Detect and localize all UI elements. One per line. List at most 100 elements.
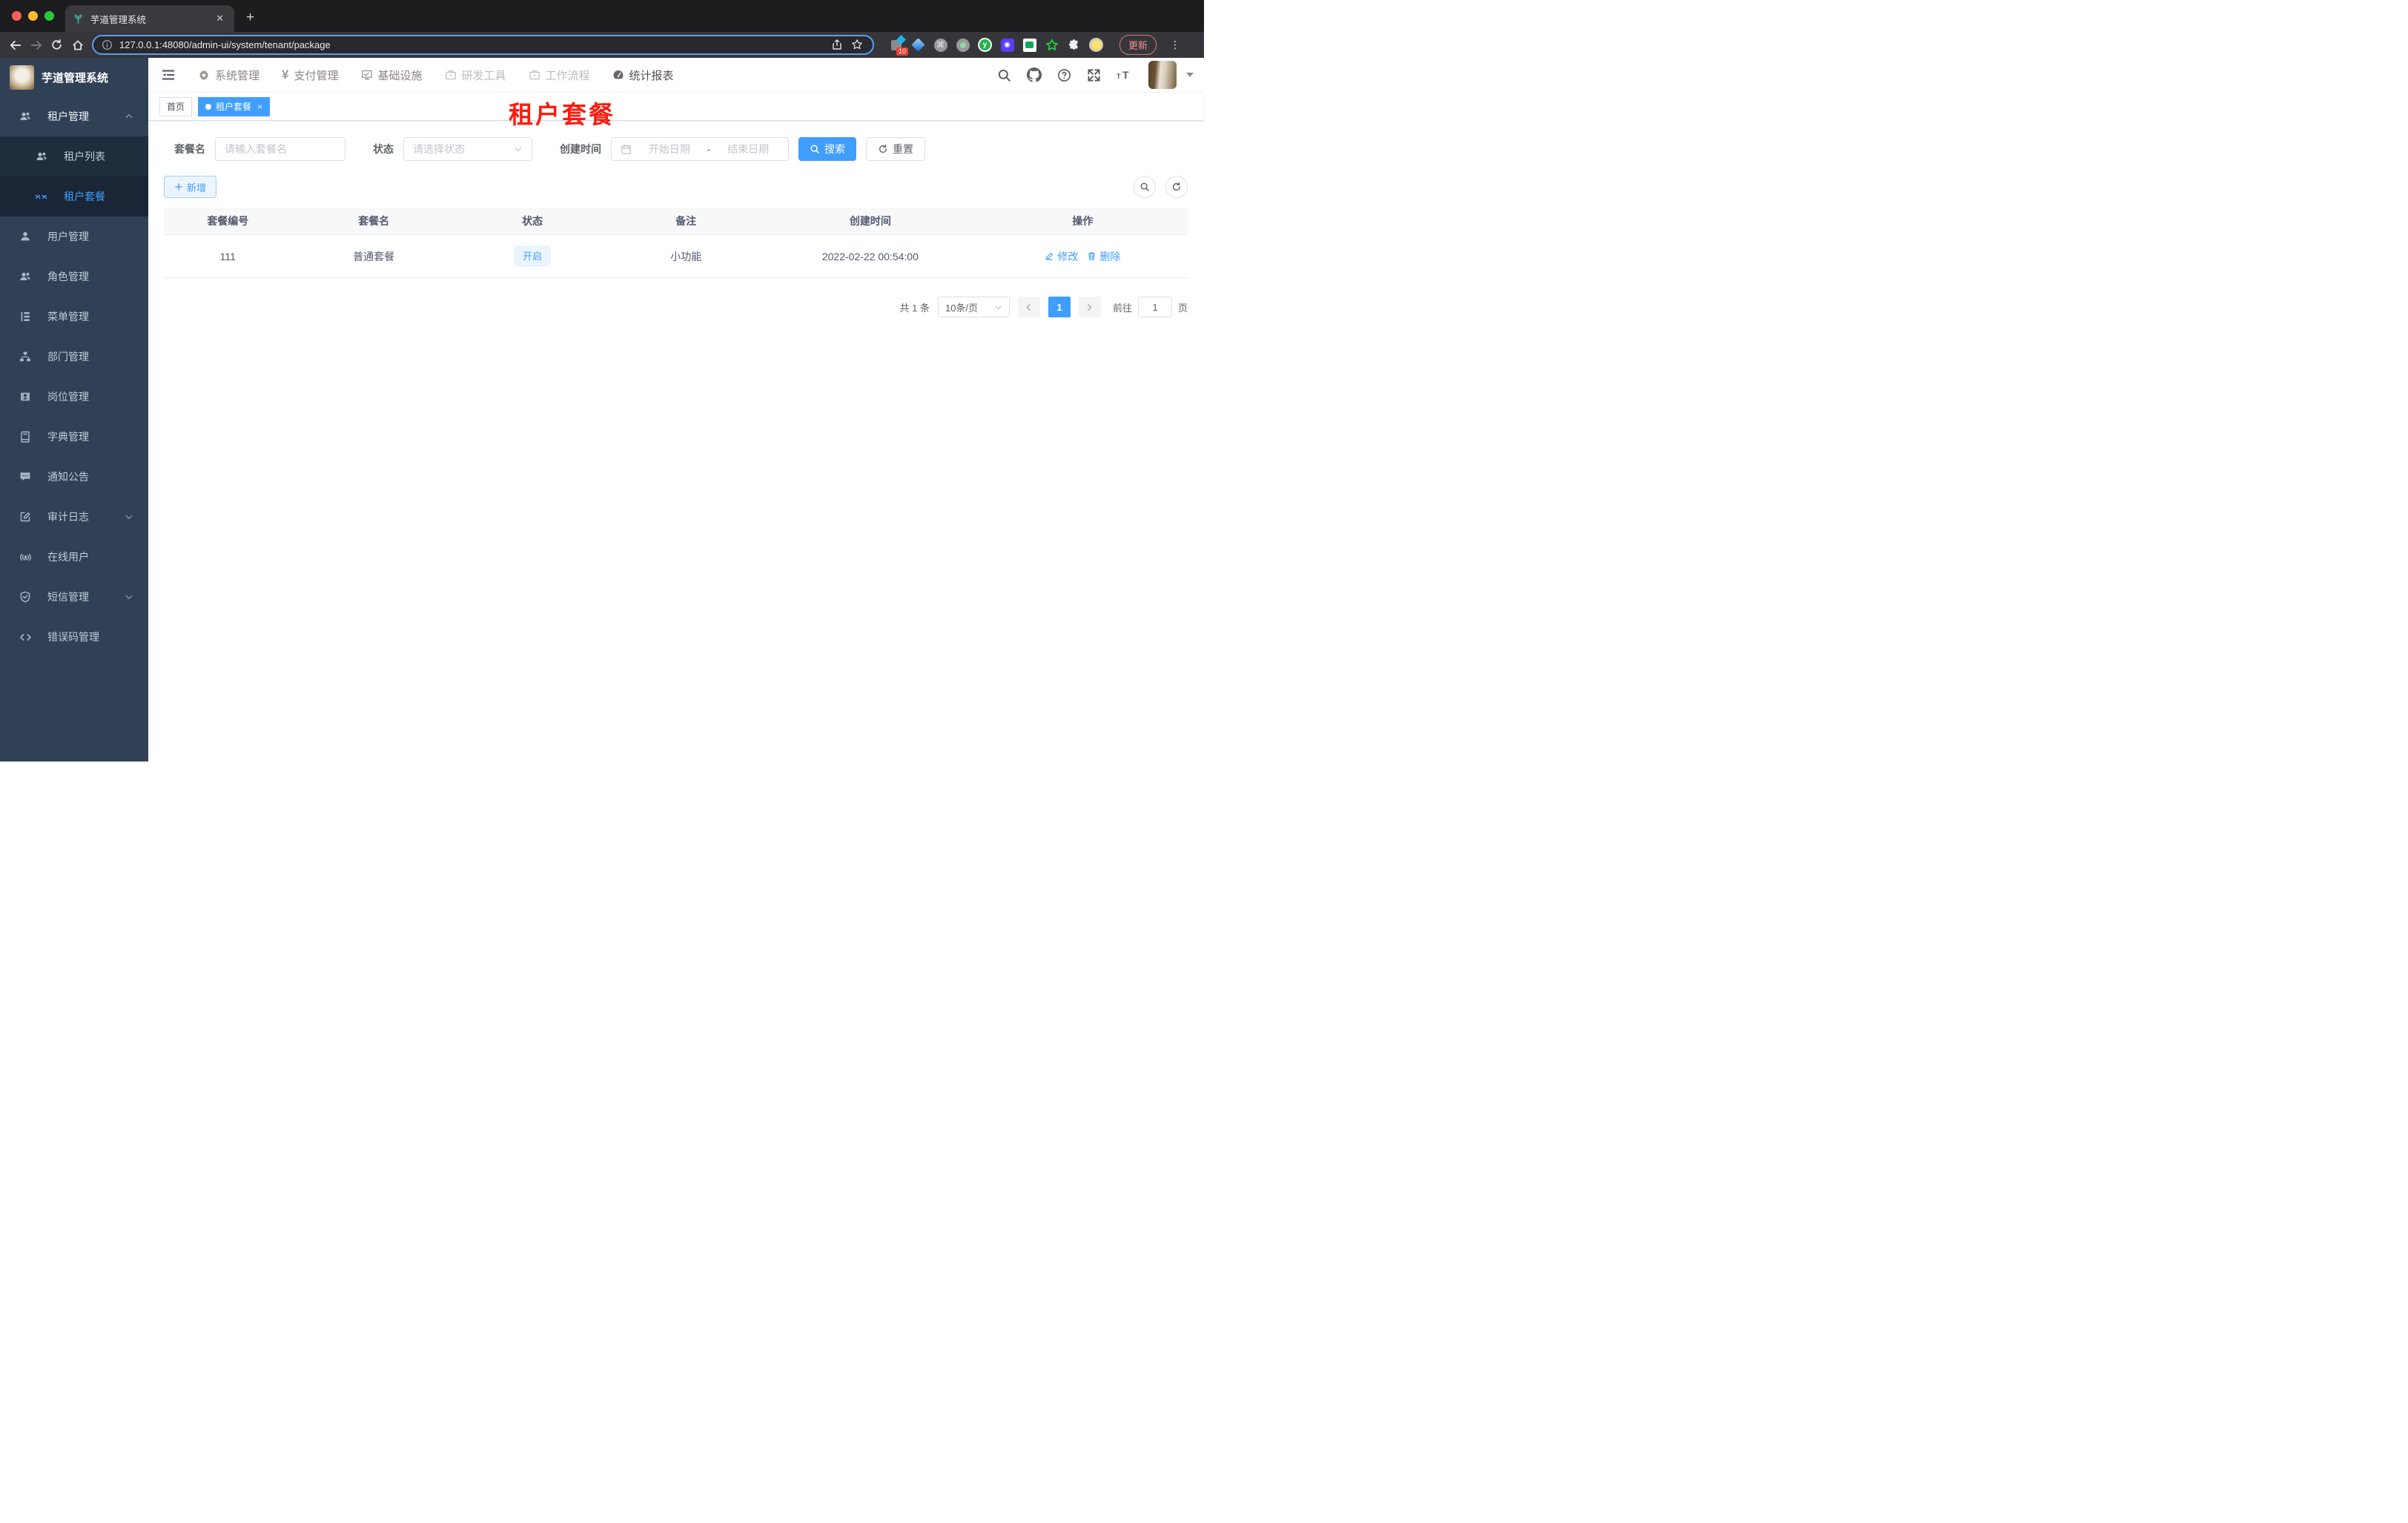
extension-puzzle-icon[interactable] <box>1067 38 1081 52</box>
top-menu-payment[interactable]: ¥ 支付管理 <box>271 58 349 93</box>
extension-chat-icon[interactable] <box>1022 38 1036 52</box>
extension-record-icon[interactable] <box>956 38 970 52</box>
edit-link[interactable]: 修改 <box>1045 249 1078 264</box>
top-menu-system[interactable]: 系统管理 <box>187 58 271 93</box>
avatar-caret-icon[interactable] <box>1186 73 1194 77</box>
sidebar-fold-icon[interactable] <box>148 67 187 82</box>
date-range-picker[interactable]: 开始日期 - 结束日期 <box>611 137 789 161</box>
fullscreen-icon[interactable] <box>1087 68 1101 82</box>
package-name-input[interactable] <box>225 143 336 155</box>
top-menu-reports[interactable]: 统计报表 <box>601 58 685 93</box>
extension-y-icon[interactable]: y <box>978 38 992 52</box>
window-zoom-button[interactable] <box>44 11 54 21</box>
tag-tenant-package[interactable]: 租户套餐 × <box>198 96 271 116</box>
prev-page-button[interactable] <box>1017 297 1040 317</box>
annotation-tenant-package: 租户套餐 <box>509 101 615 128</box>
sidebar-item-error-code[interactable]: 错误码管理 <box>0 617 148 657</box>
tag-label: 首页 <box>167 102 185 112</box>
refresh-icon[interactable] <box>1165 176 1188 198</box>
page-size-select[interactable]: 10条/页 <box>937 297 1010 317</box>
date-end-placeholder: 结束日期 <box>727 143 770 155</box>
browser-menu-icon[interactable]: ⋮ <box>1170 39 1180 51</box>
sidebar-item-label: 字典管理 <box>47 431 89 443</box>
extension-shield-icon[interactable]: ◉ <box>1000 38 1014 52</box>
github-icon[interactable] <box>1027 67 1042 82</box>
sidebar-item-menu-management[interactable]: 菜单管理 <box>0 297 148 337</box>
add-button[interactable]: 新增 <box>164 176 217 198</box>
top-menu-workflow[interactable]: 工作流程 <box>517 58 601 93</box>
sidebar-item-audit-log[interactable]: 审计日志 <box>0 497 148 537</box>
extension-emoji-icon[interactable] <box>1089 38 1103 52</box>
cell-status: 开启 <box>456 246 609 266</box>
sidebar-item-dept-management[interactable]: 部门管理 <box>0 337 148 377</box>
user-icon <box>18 231 33 242</box>
site-info-icon[interactable] <box>102 39 113 50</box>
reload-icon[interactable] <box>50 39 64 52</box>
package-icon <box>34 191 49 203</box>
tag-home[interactable]: 首页 <box>159 96 193 116</box>
user-avatar[interactable] <box>1148 61 1177 89</box>
svg-text:T: T <box>1122 69 1129 81</box>
cell-created: 2022-02-22 00:54:00 <box>821 250 919 262</box>
window-close-button[interactable] <box>12 11 22 21</box>
goto-page-input[interactable] <box>1137 297 1172 317</box>
tab-close-icon[interactable]: ✕ <box>213 13 227 24</box>
extension-gem-icon[interactable] <box>911 38 925 52</box>
status-select-placeholder: 请选择状态 <box>413 143 465 155</box>
sidebar-item-tenant-management[interactable]: 租户管理 <box>0 96 148 136</box>
sidebar-item-tenant-list[interactable]: 租户列表 <box>0 136 148 176</box>
col-header-created: 创建时间 <box>849 215 891 227</box>
gear-icon <box>198 69 210 81</box>
sidebar-item-dict-management[interactable]: 字典管理 <box>0 417 148 457</box>
sidebar-logo[interactable]: 芋道管理系统 <box>0 58 148 96</box>
create-time-label: 创建时间 <box>560 143 601 155</box>
back-icon[interactable] <box>9 39 22 52</box>
yen-icon: ¥ <box>282 67 289 82</box>
home-icon[interactable] <box>71 39 85 52</box>
reset-button[interactable]: 重置 <box>866 137 925 161</box>
status-select[interactable]: 请选择状态 <box>403 137 532 161</box>
sidebar-item-post-management[interactable]: 岗位管理 <box>0 377 148 417</box>
browser-update-button[interactable]: 更新 <box>1119 35 1157 55</box>
address-bar[interactable]: 127.0.0.1:48080/admin-ui/system/tenant/p… <box>92 35 874 55</box>
add-button-label: 新增 <box>187 182 207 194</box>
app-shell: 芋道管理系统 租户管理 租户列表 租户套餐 用户管理 角色管理 菜单管理 部门管… <box>0 58 1204 762</box>
help-icon[interactable] <box>1057 68 1071 82</box>
sidebar-item-user-management[interactable]: 用户管理 <box>0 217 148 257</box>
col-header-remark: 备注 <box>675 215 697 227</box>
window-minimize-button[interactable] <box>28 11 38 21</box>
search-icon[interactable] <box>997 68 1011 82</box>
forward-icon[interactable] <box>30 39 43 52</box>
col-header-actions: 操作 <box>1072 215 1094 227</box>
sidebar-item-role-management[interactable]: 角色管理 <box>0 257 148 297</box>
reset-button-label: 重置 <box>893 143 913 155</box>
share-icon[interactable] <box>831 39 844 52</box>
browser-tab-strip: 芋道管理系统 ✕ + <box>0 0 1204 32</box>
next-page-button[interactable] <box>1078 297 1101 317</box>
sidebar-item-sms-management[interactable]: 短信管理 <box>0 577 148 617</box>
extension-command-icon[interactable]: ⌘ <box>933 38 947 52</box>
sidebar-item-online-users[interactable]: 在线用户 <box>0 537 148 577</box>
font-size-icon[interactable]: TT <box>1117 68 1133 82</box>
extension-star-icon[interactable] <box>1045 38 1059 52</box>
sidebar-item-tenant-package[interactable]: 租户套餐 <box>0 176 148 217</box>
top-menu-label: 工作流程 <box>545 69 590 82</box>
top-menu-infrastructure[interactable]: 基础设施 <box>350 58 434 93</box>
delete-link[interactable]: 删除 <box>1087 249 1120 264</box>
top-menu-label: 统计报表 <box>629 69 674 82</box>
new-tab-button[interactable]: + <box>246 10 254 26</box>
browser-tab[interactable]: 芋道管理系统 ✕ <box>65 5 234 32</box>
table-toolbar: 新增 <box>164 176 1188 198</box>
page-number-1[interactable]: 1 <box>1048 297 1071 317</box>
browser-chrome: 芋道管理系统 ✕ + 127.0.0.1:48080/admin-ui/syst… <box>0 0 1204 58</box>
sidebar-item-label: 错误码管理 <box>47 631 99 643</box>
org-tree-icon <box>18 351 33 363</box>
briefcase-icon <box>445 69 457 81</box>
top-menu-dev-tools[interactable]: 研发工具 <box>434 58 517 93</box>
extension-grid-icon[interactable]: 10 <box>889 35 908 56</box>
sidebar-item-notice[interactable]: 通知公告 <box>0 457 148 497</box>
bookmark-star-icon[interactable] <box>851 39 864 52</box>
tag-close-icon[interactable]: × <box>256 102 262 112</box>
search-button[interactable]: 搜索 <box>798 137 856 161</box>
toggle-search-icon[interactable] <box>1134 176 1156 198</box>
